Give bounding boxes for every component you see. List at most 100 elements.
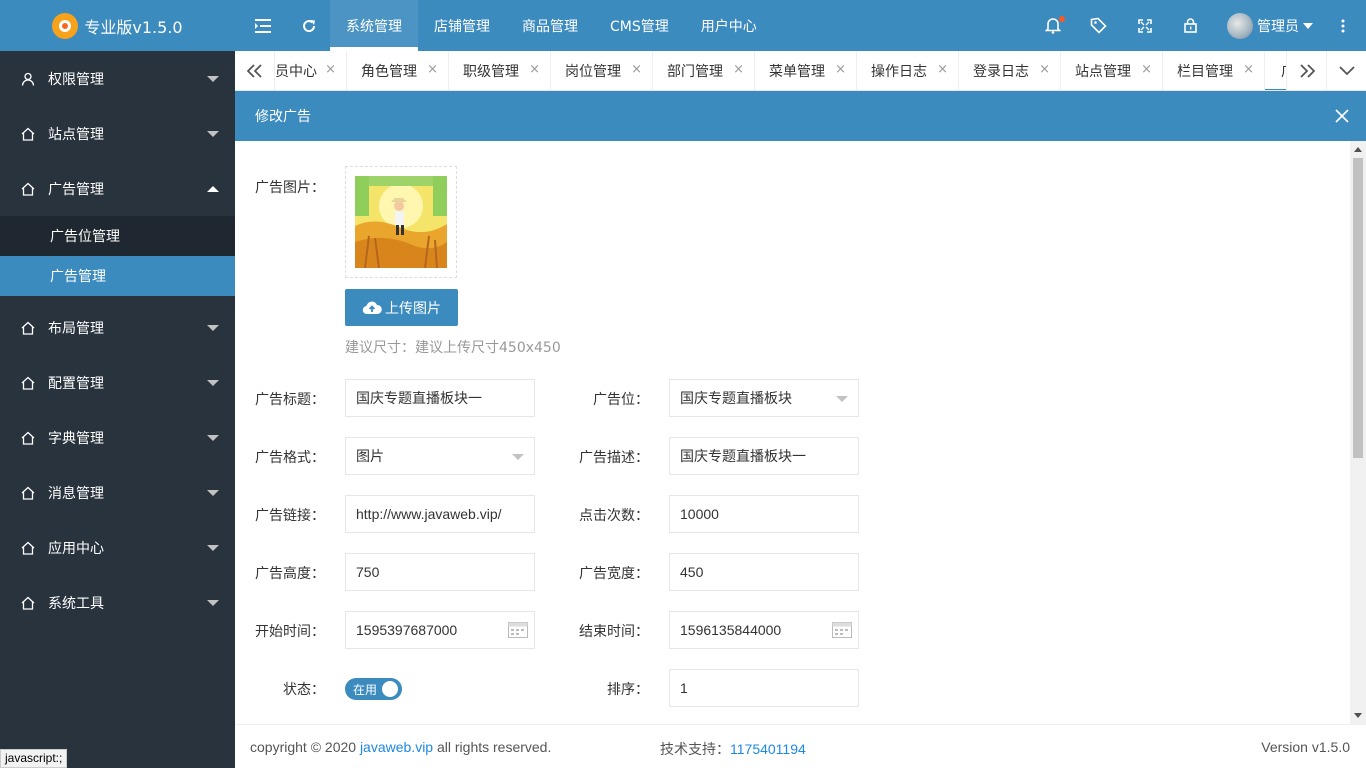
user-menu[interactable]: 管理员: [1227, 0, 1313, 51]
start-time-input[interactable]: 1595397687000: [345, 611, 535, 649]
tab-dept[interactable]: 部门管理 ×: [653, 51, 755, 90]
sidebar-item-label: 站点管理: [48, 126, 104, 143]
ad-link-input[interactable]: http://www.javaweb.vip/: [345, 495, 535, 533]
nav-goods[interactable]: 商品管理: [506, 0, 594, 51]
sidebar-item-label: 配置管理: [48, 375, 104, 392]
browser-status-tip: javascript:;: [0, 749, 68, 768]
refresh-icon[interactable]: [296, 0, 321, 51]
user-name: 管理员: [1257, 18, 1299, 35]
nav-user-center[interactable]: 用户中心: [685, 0, 773, 51]
tab-role[interactable]: 角色管理 ×: [347, 51, 449, 90]
chevron-down-icon: [207, 490, 219, 496]
sidebar-subitem-ad-manage[interactable]: 广告管理: [0, 256, 235, 296]
tab-post[interactable]: 岗位管理 ×: [551, 51, 653, 90]
tab-dropdown-button[interactable]: [1326, 51, 1366, 90]
sidebar-item-app-center[interactable]: 应用中心: [0, 520, 235, 575]
close-icon[interactable]: ×: [733, 62, 744, 77]
sidebar-item-config[interactable]: 配置管理: [0, 355, 235, 410]
end-time-label: 结束时间：: [579, 624, 649, 640]
close-icon[interactable]: ×: [937, 62, 948, 77]
fullscreen-icon[interactable]: [1132, 0, 1157, 51]
scroll-down-arrow-icon[interactable]: [1354, 713, 1362, 718]
sidebar-item-layout[interactable]: 布局管理: [0, 300, 235, 355]
logo[interactable]: 专业版v1.5.0: [0, 0, 235, 51]
close-icon[interactable]: ×: [1243, 62, 1254, 77]
ad-image-preview[interactable]: [345, 166, 457, 278]
double-chevron-right-icon: [1299, 64, 1315, 78]
sidebar-item-label: 应用中心: [48, 540, 104, 557]
chevron-down-icon: [836, 396, 848, 402]
sidebar-item-site[interactable]: 站点管理: [0, 106, 235, 161]
tab-oper-log[interactable]: 操作日志 ×: [857, 51, 959, 90]
close-icon[interactable]: ×: [1141, 62, 1152, 77]
menu-fold-icon[interactable]: [250, 0, 275, 51]
close-icon[interactable]: ×: [529, 62, 540, 77]
avatar: [1227, 12, 1253, 39]
ad-title-input[interactable]: 国庆专题直播板块一: [345, 379, 535, 417]
close-icon[interactable]: ×: [325, 62, 336, 77]
tab-scroll-right-button[interactable]: [1286, 51, 1326, 90]
tab-login-log[interactable]: 登录日志 ×: [959, 51, 1061, 90]
sort-value: 1: [680, 680, 688, 696]
scroll-up-arrow-icon[interactable]: [1354, 147, 1362, 152]
ad-desc-input[interactable]: 国庆专题直播板块一: [669, 437, 859, 475]
ad-position-select[interactable]: 国庆专题直播板块: [669, 379, 859, 417]
sidebar-item-label: 布局管理: [48, 320, 104, 337]
status-toggle[interactable]: 在用: [345, 678, 402, 700]
tab-column[interactable]: 栏目管理 ×: [1163, 51, 1265, 90]
tab-menu[interactable]: 菜单管理 ×: [755, 51, 857, 90]
ad-height-input[interactable]: 750: [345, 553, 535, 591]
sidebar-item-label: 系统工具: [48, 595, 104, 612]
scrollbar[interactable]: [1350, 141, 1366, 724]
home-icon: [20, 126, 36, 142]
tab-site[interactable]: 站点管理 ×: [1061, 51, 1163, 90]
toggle-knob: [382, 681, 398, 697]
nav-cms[interactable]: CMS管理: [594, 0, 685, 51]
nav-shop[interactable]: 店铺管理: [418, 0, 506, 51]
calendar-icon: [832, 622, 852, 638]
tag-icon[interactable]: [1086, 0, 1111, 51]
height-label: 广告高度：: [255, 566, 325, 582]
upload-image-button[interactable]: 上传图片: [345, 289, 458, 326]
support-qq-link[interactable]: 1175401194: [730, 741, 806, 757]
lock-icon[interactable]: [1178, 0, 1203, 51]
title-label: 广告标题：: [255, 392, 325, 408]
ad-width-input[interactable]: 450: [669, 553, 859, 591]
sidebar-item-ad[interactable]: 广告管理: [0, 161, 235, 216]
tab-scroll-left-button[interactable]: [235, 51, 275, 90]
format-label: 广告格式：: [255, 450, 325, 466]
start-time-label: 开始时间：: [255, 624, 325, 640]
copyright-suffix: all rights reserved.: [433, 739, 552, 755]
top-header: 专业版v1.5.0 系统管理 店铺管理 商品管理 CMS管理 用户中心 管理员: [0, 0, 1366, 51]
close-icon[interactable]: ×: [427, 62, 438, 77]
footer: copyright © 2020 javaweb.vip all rights …: [235, 724, 1366, 768]
close-icon[interactable]: ×: [631, 62, 642, 77]
bell-icon[interactable]: [1040, 0, 1065, 51]
sidebar-item-label: 广告管理: [48, 181, 104, 198]
tab-member-center[interactable]: 员中心 ×: [275, 51, 347, 90]
ad-desc-value: 国庆专题直播板块一: [680, 449, 806, 465]
sidebar-subitem-ad-position[interactable]: 广告位管理: [0, 216, 235, 256]
copyright-link[interactable]: javaweb.vip: [360, 739, 433, 755]
more-vertical-icon[interactable]: [1333, 0, 1353, 51]
nav-system[interactable]: 系统管理: [330, 0, 418, 51]
chevron-down-icon: [1303, 22, 1313, 29]
sidebar-item-permission[interactable]: 权限管理: [0, 51, 235, 106]
ad-clicks-value: 10000: [680, 506, 719, 522]
ad-clicks-input[interactable]: 10000: [669, 495, 859, 533]
ad-format-select[interactable]: 图片: [345, 437, 535, 475]
sidebar-item-tools[interactable]: 系统工具: [0, 575, 235, 630]
chevron-down-icon: [1338, 66, 1355, 76]
end-time-input[interactable]: 1596135844000: [669, 611, 859, 649]
status-toggle-text: 在用: [353, 683, 378, 697]
close-icon[interactable]: [1333, 107, 1351, 125]
scrollbar-thumb[interactable]: [1353, 158, 1363, 458]
sidebar-item-message[interactable]: 消息管理: [0, 465, 235, 520]
close-icon[interactable]: ×: [835, 62, 846, 77]
close-icon[interactable]: ×: [1039, 62, 1050, 77]
sidebar-item-dict[interactable]: 字典管理: [0, 410, 235, 465]
sort-input[interactable]: 1: [669, 669, 859, 707]
chevron-up-icon: [207, 186, 219, 192]
ad-link-value: http://www.javaweb.vip/: [356, 506, 502, 522]
tab-level[interactable]: 职级管理 ×: [449, 51, 551, 90]
